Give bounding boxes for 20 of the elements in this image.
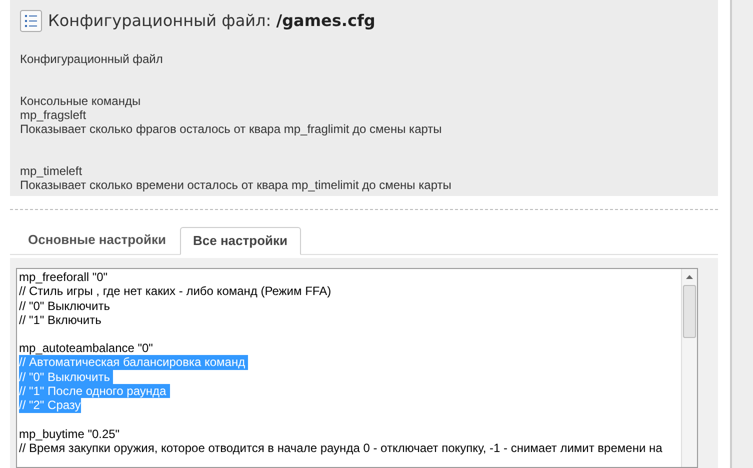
description-text: mp_fragsleft bbox=[20, 108, 88, 122]
tab[interactable]: Все настройки bbox=[180, 227, 300, 255]
up-arrow-icon[interactable] bbox=[686, 275, 693, 279]
description-text: Показывает сколько фрагов осталось от квара mp_fraglimit до смены карты bbox=[20, 122, 443, 136]
tab[interactable]: Основные настройки bbox=[18, 226, 176, 254]
config-line: mp_autoteambalance "0" bbox=[19, 341, 153, 356]
list-icon bbox=[20, 10, 42, 32]
scrollbar[interactable] bbox=[681, 269, 697, 467]
config-line: // "0" Выключить bbox=[19, 298, 110, 313]
page-title: Конфигурационный файл: /games.cfg bbox=[48, 10, 376, 32]
description-text: Консольные команды bbox=[20, 94, 142, 108]
description-text: Показывает сколько времени осталось от квара mp_timelimit до смены карты bbox=[20, 178, 452, 192]
description-text: Конфигурационный файл bbox=[20, 52, 164, 66]
config-line: // Время закупки оружия, которое отводится в начале раунда 0 - отключает покупку, -1 - снимает лимит времени на bbox=[19, 440, 662, 456]
config-line: mp_buytime "0.25" bbox=[19, 426, 120, 441]
scrollbar-thumb[interactable] bbox=[683, 285, 696, 338]
config-line: // "1" Включить bbox=[19, 312, 102, 328]
config-line: // Стиль игры , где нет каких - либо команд (Режим FFA) bbox=[19, 284, 332, 299]
description-text: mp_timeleft bbox=[20, 164, 84, 178]
config-line: mp_freeforall "0" bbox=[19, 270, 108, 284]
